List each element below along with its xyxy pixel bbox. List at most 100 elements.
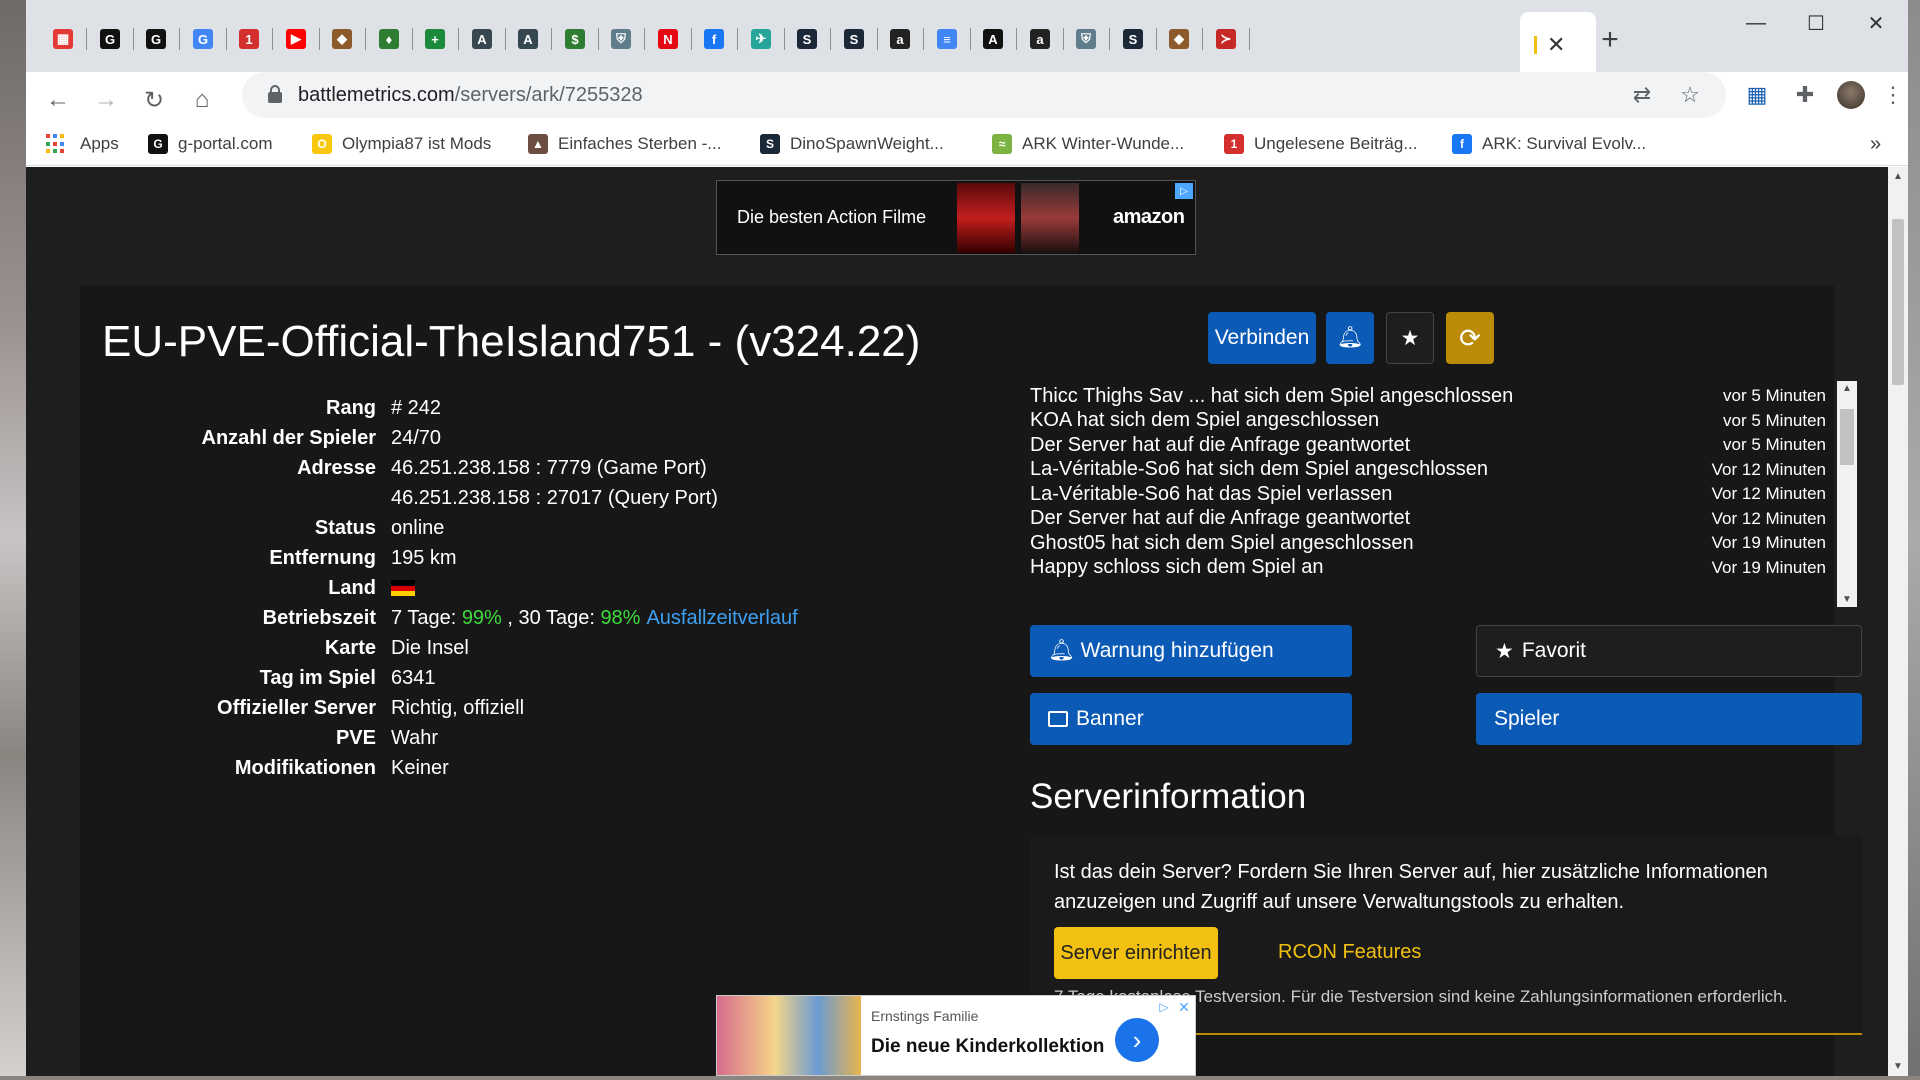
bottom-advertisement[interactable]: Ernstings Familie Die neue Kinderkollekt…: [716, 995, 1196, 1076]
browser-tab[interactable]: ≻: [1203, 18, 1249, 60]
menu-kebab-icon[interactable]: ⋮: [1878, 80, 1908, 110]
downtime-history-link[interactable]: Ausfallzeitverlauf: [646, 607, 797, 629]
gportal-icon: G: [148, 134, 168, 154]
bookmark-item[interactable]: Apps: [46, 132, 119, 156]
plus-icon: +: [425, 29, 445, 49]
top-advertisement[interactable]: Die besten Action Filme amazon ▷: [716, 180, 1196, 255]
browser-tab[interactable]: N: [645, 18, 691, 60]
home-icon[interactable]: ⌂: [184, 82, 220, 118]
browser-tab[interactable]: A: [970, 18, 1016, 60]
browser-tab[interactable]: a: [877, 18, 923, 60]
scroll-up-icon[interactable]: ▲: [1842, 383, 1852, 394]
add-alert-button[interactable]: 🔔︎ Warnung hinzufügen: [1030, 625, 1352, 677]
adchoices-icon[interactable]: ▷: [1175, 183, 1193, 199]
uptime-7d-value: 99%: [461, 606, 502, 629]
rcon-features-link[interactable]: RCON Features: [1278, 941, 1421, 964]
extension-grid-icon[interactable]: ▦: [1742, 80, 1772, 110]
url-text[interactable]: battlemetrics.com/servers/ark/7255328: [298, 84, 643, 107]
scroll-up-icon[interactable]: ▲: [1893, 171, 1903, 182]
bookmark-item[interactable]: 1 Ungelesene Beiträg...: [1224, 132, 1418, 156]
browser-tab[interactable]: ◆: [1156, 18, 1202, 60]
bookmark-item[interactable]: S DinoSpawnWeight...: [760, 132, 944, 156]
bookmarks-overflow-icon[interactable]: »: [1870, 132, 1881, 156]
profile-avatar[interactable]: [1836, 80, 1866, 110]
facebook-icon: f: [1452, 134, 1472, 154]
browser-tab[interactable]: ▶: [273, 18, 319, 60]
new-tab-button[interactable]: +: [1592, 22, 1628, 58]
browser-tab[interactable]: ✈: [738, 18, 784, 60]
banner-button[interactable]: Banner: [1030, 693, 1352, 745]
close-window-button[interactable]: ✕: [1846, 8, 1906, 38]
browser-tab[interactable]: f: [691, 18, 737, 60]
tab-strip: ▦ G G G 1 ▶ ◆ ♦ + A A $ ⛨ Nf ✈ S Sa ≡ Aa ⛨ S ◆ ≻ ✕ + — ☐ ✕: [26, 0, 1908, 78]
star-icon: ★: [1400, 326, 1420, 350]
browser-tab[interactable]: G: [180, 18, 226, 60]
page-scrollbar[interactable]: ▲ ▼: [1888, 167, 1908, 1076]
ad-poster-image[interactable]: [1021, 182, 1079, 253]
favorite-button[interactable]: ★ Favorit: [1476, 625, 1862, 677]
bookmark-item[interactable]: O Olympia87 ist Mods: [312, 132, 491, 156]
extensions-puzzle-icon[interactable]: ✚: [1790, 80, 1820, 110]
favorite-star-button[interactable]: ★: [1386, 312, 1434, 364]
lock-icon[interactable]: [268, 85, 282, 103]
bell-button[interactable]: 🔔︎: [1326, 312, 1374, 364]
back-arrow-icon[interactable]: ←: [40, 82, 76, 118]
activity-log[interactable]: Thicc Thighs Sav ... hat sich dem Spiel …: [1030, 381, 1860, 607]
ad-brand[interactable]: Ernstings Familie: [871, 1008, 978, 1024]
bookmark-star-icon[interactable]: ☆: [1676, 81, 1704, 109]
browser-tab[interactable]: S: [784, 18, 830, 60]
scroll-thumb[interactable]: [1892, 219, 1904, 385]
forward-arrow-icon[interactable]: →: [88, 82, 124, 118]
browser-tab[interactable]: 1: [226, 18, 272, 60]
browser-tab[interactable]: ⛨: [1063, 18, 1109, 60]
browser-tab[interactable]: ▦: [40, 18, 86, 60]
activity-message: Happy schloss sich dem Spiel an: [1030, 556, 1324, 578]
ad-headline[interactable]: Die neue Kinderkollektion: [871, 1036, 1104, 1058]
browser-tab[interactable]: $: [552, 18, 598, 60]
activity-message: Thicc Thighs Sav ... hat sich dem Spiel …: [1030, 384, 1514, 407]
ad-poster-image[interactable]: [957, 182, 1015, 253]
browser-tab[interactable]: G: [133, 18, 179, 60]
bookmark-item[interactable]: ≈ ARK Winter-Wunde...: [992, 132, 1184, 156]
chevron-right-icon[interactable]: ›: [1115, 1018, 1159, 1062]
browser-tab[interactable]: ◆: [319, 18, 365, 60]
amazon-logo[interactable]: amazon: [1113, 206, 1185, 229]
browser-tab[interactable]: S: [1110, 18, 1156, 60]
browser-tab[interactable]: ≡: [924, 18, 970, 60]
close-ad-icon[interactable]: ✕: [1175, 998, 1193, 1016]
reload-icon[interactable]: ↻: [136, 82, 172, 118]
close-tab-icon[interactable]: ✕: [1547, 32, 1565, 58]
bookmark-item[interactable]: ▲ Einfaches Sterben -...: [528, 132, 721, 156]
adchoices-icon[interactable]: ▷: [1155, 998, 1173, 1016]
activity-time: Vor 19 Minuten: [1711, 557, 1826, 577]
address-bar[interactable]: battlemetrics.com/servers/ark/7255328 ⇄ …: [242, 72, 1726, 118]
browser-tab[interactable]: +: [412, 18, 458, 60]
maximize-button[interactable]: ☐: [1786, 8, 1846, 38]
bookmark-item[interactable]: f ARK: Survival Evolv...: [1452, 132, 1646, 156]
browser-tab[interactable]: a: [1017, 18, 1063, 60]
bookmark-label: Ungelesene Beiträg...: [1254, 134, 1418, 153]
bookmark-item[interactable]: Gg-portal.com: [148, 132, 272, 156]
setup-server-button[interactable]: Server einrichten: [1054, 927, 1218, 979]
connect-button[interactable]: Verbinden: [1208, 312, 1316, 364]
scroll-down-icon[interactable]: ▼: [1842, 594, 1852, 605]
browser-tab[interactable]: ⛨: [598, 18, 644, 60]
browser-tab[interactable]: A: [459, 18, 505, 60]
scroll-thumb[interactable]: [1840, 409, 1854, 465]
minimize-button[interactable]: —: [1726, 8, 1786, 38]
ad-text[interactable]: Die besten Action Filme: [737, 207, 957, 228]
refresh-button[interactable]: ⟳: [1446, 312, 1494, 364]
players-button[interactable]: Spieler: [1476, 693, 1862, 745]
browser-tab[interactable]: S: [831, 18, 877, 60]
scroll-down-icon[interactable]: ▼: [1893, 1061, 1903, 1072]
active-tab[interactable]: ✕: [1520, 12, 1596, 78]
favorite-label: Favorit: [1521, 639, 1587, 662]
browser-tab[interactable]: G: [87, 18, 133, 60]
browser-tab[interactable]: ♦: [366, 18, 412, 60]
activity-scrollbar[interactable]: ▲ ▼: [1837, 381, 1857, 607]
steam-icon: S: [797, 29, 817, 49]
youtube-icon: ▶: [286, 29, 306, 49]
ad-image[interactable]: [717, 996, 861, 1075]
browser-tab[interactable]: A: [505, 18, 551, 60]
translate-icon[interactable]: ⇄: [1628, 81, 1656, 109]
